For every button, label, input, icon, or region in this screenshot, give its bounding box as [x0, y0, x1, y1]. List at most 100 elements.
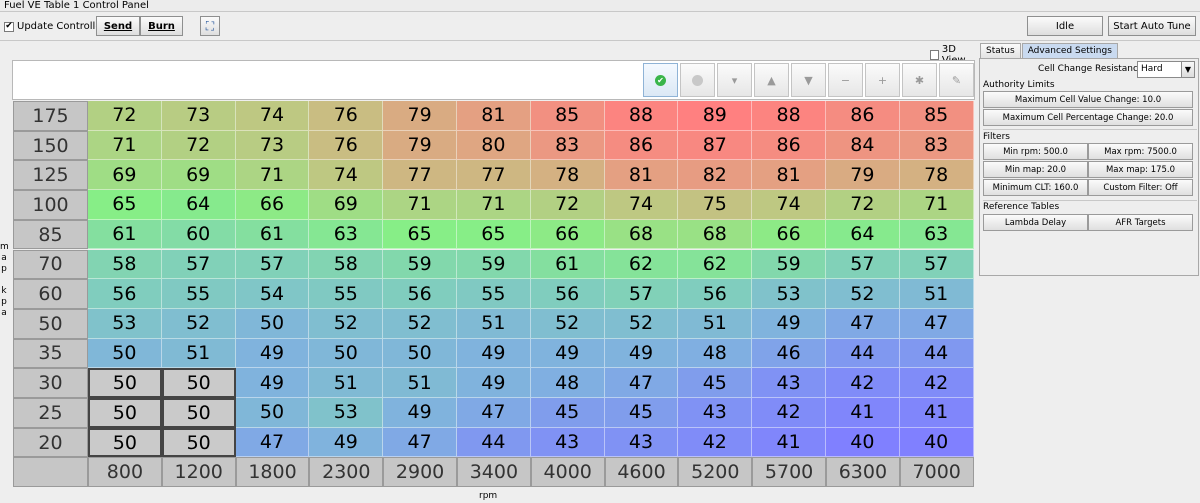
ve-cell[interactable]: 88 — [604, 101, 679, 131]
x-axis-bin[interactable]: 2300 — [309, 457, 384, 488]
ve-cell[interactable]: 52 — [826, 279, 900, 309]
ve-cell[interactable]: 44 — [457, 427, 531, 458]
ve-cell[interactable]: 51 — [899, 279, 974, 309]
ve-cell[interactable]: 58 — [309, 249, 384, 280]
ve-cell[interactable]: 49 — [530, 338, 605, 369]
up-icon[interactable]: ▲ — [754, 63, 789, 97]
ve-cell[interactable]: 77 — [457, 160, 531, 191]
y-axis-bin[interactable]: 85 — [13, 219, 88, 250]
max-cell-percentage-change-button[interactable]: Maximum Cell Percentage Change: 20.0 — [983, 109, 1193, 126]
ve-cell[interactable]: 78 — [899, 160, 974, 191]
ve-cell[interactable]: 86 — [604, 130, 679, 161]
ve-cell[interactable]: 60 — [161, 219, 236, 250]
ve-cell[interactable]: 43 — [530, 427, 605, 458]
ve-cell[interactable]: 73 — [235, 130, 310, 161]
ve-cell[interactable]: 84 — [826, 130, 900, 161]
x-axis-bin[interactable]: 4000 — [530, 457, 605, 488]
x-axis-bin[interactable]: 6300 — [826, 457, 900, 488]
ve-cell[interactable]: 68 — [678, 219, 753, 250]
ve-cell[interactable]: 71 — [383, 190, 457, 220]
send-button[interactable]: Send — [96, 16, 140, 36]
ve-cell[interactable]: 61 — [530, 249, 605, 280]
y-axis-bin[interactable]: 150 — [13, 130, 88, 161]
ve-cell[interactable]: 65 — [383, 219, 457, 250]
ve-cell[interactable]: 79 — [826, 160, 900, 191]
ve-cell[interactable]: 56 — [530, 279, 605, 309]
ve-cell[interactable]: 66 — [235, 190, 310, 220]
ve-cell[interactable]: 58 — [88, 249, 162, 280]
ve-cell[interactable]: 50 — [88, 338, 162, 369]
cell-change-resistance-select[interactable]: Hard ▼ — [1137, 61, 1195, 78]
ve-cell[interactable]: 83 — [899, 130, 974, 161]
update-controller-checkbox[interactable]: ✔ Update Controller — [4, 21, 106, 32]
ve-cell[interactable]: 65 — [88, 190, 162, 220]
ve-cell[interactable]: 62 — [678, 249, 753, 280]
ve-cell[interactable]: 50 — [88, 398, 162, 428]
x-axis-bin[interactable]: 800 — [88, 457, 162, 488]
ve-cell[interactable]: 43 — [678, 398, 753, 428]
y-axis-bin[interactable]: 20 — [13, 427, 88, 458]
ve-cell[interactable]: 86 — [752, 130, 826, 161]
ve-cell[interactable]: 71 — [899, 190, 974, 220]
ve-cell[interactable]: 50 — [161, 427, 236, 458]
x-axis-bin[interactable]: 1200 — [161, 457, 236, 488]
ve-cell[interactable]: 51 — [309, 368, 384, 398]
burn-button[interactable]: Burn — [140, 16, 183, 36]
ve-cell[interactable]: 49 — [235, 338, 310, 369]
tab-advanced-settings[interactable]: Advanced Settings — [1021, 43, 1118, 58]
ve-cell[interactable]: 45 — [530, 398, 605, 428]
min-clt-button[interactable]: Minimum CLT: 160.0 — [983, 179, 1088, 196]
ve-cell[interactable]: 47 — [235, 427, 310, 458]
y-axis-bin[interactable]: 30 — [13, 368, 88, 398]
multiply-icon[interactable]: ✱ — [902, 63, 937, 97]
x-axis-bin[interactable]: 1800 — [235, 457, 310, 488]
ve-cell[interactable]: 64 — [161, 190, 236, 220]
ve-cell[interactable]: 85 — [899, 101, 974, 131]
custom-filter-button[interactable]: Custom Filter: Off — [1088, 179, 1193, 196]
y-axis-bin[interactable]: 70 — [13, 249, 88, 280]
ve-cell[interactable]: 42 — [826, 368, 900, 398]
ve-cell[interactable]: 49 — [235, 368, 310, 398]
ve-cell[interactable]: 76 — [309, 130, 384, 161]
ve-cell[interactable]: 73 — [161, 101, 236, 131]
down-icon[interactable]: ▼ — [791, 63, 826, 97]
ve-cell[interactable]: 71 — [235, 160, 310, 191]
ve-cell[interactable]: 66 — [752, 219, 826, 250]
ve-cell[interactable]: 55 — [161, 279, 236, 309]
ve-cell[interactable]: 57 — [604, 279, 679, 309]
ve-cell[interactable]: 88 — [752, 101, 826, 131]
ve-cell[interactable]: 50 — [235, 308, 310, 339]
ve-cell[interactable]: 56 — [88, 279, 162, 309]
decrement-icon[interactable]: ▾ — [717, 63, 752, 97]
fullscreen-button[interactable]: ⛶ — [200, 16, 220, 36]
ve-cell[interactable]: 50 — [161, 398, 236, 428]
ve-cell[interactable]: 49 — [604, 338, 679, 369]
y-axis-bin[interactable]: 60 — [13, 279, 88, 309]
ve-cell[interactable]: 56 — [383, 279, 457, 309]
ve-cell[interactable]: 75 — [678, 190, 753, 220]
ve-cell[interactable]: 44 — [826, 338, 900, 369]
ve-cell[interactable]: 83 — [530, 130, 605, 161]
ve-cell[interactable]: 71 — [457, 190, 531, 220]
ve-cell[interactable]: 71 — [88, 130, 162, 161]
ve-cell[interactable]: 49 — [457, 368, 531, 398]
ve-cell[interactable]: 74 — [309, 160, 384, 191]
ve-cell[interactable]: 59 — [383, 249, 457, 280]
ve-cell[interactable]: 72 — [88, 101, 162, 131]
ve-cell[interactable]: 54 — [235, 279, 310, 309]
ve-cell[interactable]: 79 — [383, 101, 457, 131]
ve-cell[interactable]: 46 — [752, 338, 826, 369]
ve-cell[interactable]: 52 — [161, 308, 236, 339]
ve-cell[interactable]: 63 — [899, 219, 974, 250]
ve-cell[interactable]: 52 — [309, 308, 384, 339]
ve-cell[interactable]: 63 — [309, 219, 384, 250]
min-rpm-button[interactable]: Min rpm: 500.0 — [983, 143, 1088, 160]
ve-cell[interactable]: 81 — [604, 160, 679, 191]
ve-cell[interactable]: 47 — [604, 368, 679, 398]
ve-cell[interactable]: 69 — [161, 160, 236, 191]
x-axis-bin[interactable]: 2900 — [383, 457, 457, 488]
ve-cell[interactable]: 79 — [383, 130, 457, 161]
ve-cell[interactable]: 57 — [235, 249, 310, 280]
ve-cell[interactable]: 49 — [383, 398, 457, 428]
ve-cell[interactable]: 40 — [899, 427, 974, 458]
